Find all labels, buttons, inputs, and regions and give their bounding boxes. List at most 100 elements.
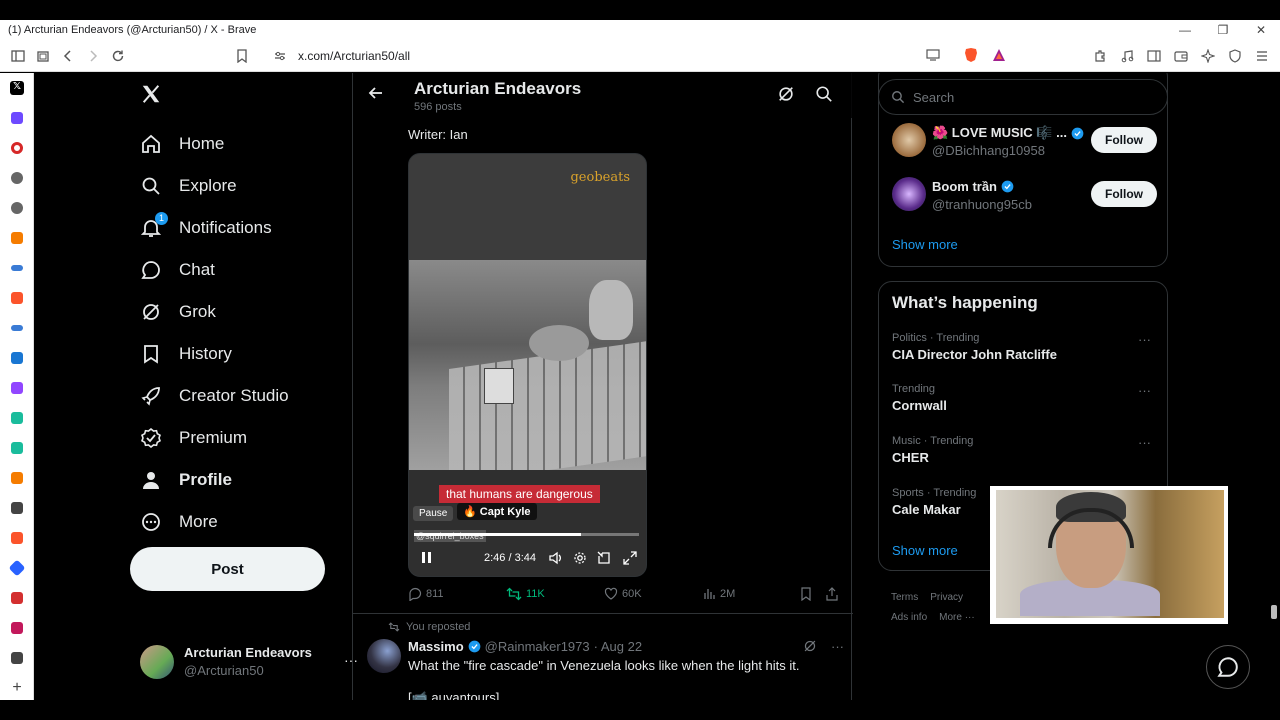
chat-floating-button[interactable]	[1206, 645, 1250, 689]
tab-teal[interactable]	[0, 403, 34, 433]
brave-shields-icon[interactable]	[964, 47, 978, 63]
search-input[interactable]: Search	[878, 79, 1168, 115]
grok-icon[interactable]	[777, 85, 795, 103]
footer-link[interactable]: More ···	[939, 612, 975, 623]
nav-more[interactable]: More	[140, 501, 289, 543]
reply-button[interactable]: 811	[408, 587, 444, 601]
address-bar[interactable]: x.com/Arcturian50/all	[264, 44, 1016, 68]
url-text[interactable]: x.com/Arcturian50/all	[298, 49, 410, 63]
back-arrow-icon[interactable]	[368, 85, 384, 101]
tab-globe[interactable]	[0, 163, 34, 193]
reload-icon[interactable]	[106, 44, 130, 68]
cast-icon[interactable]	[926, 49, 940, 61]
more-dots-icon[interactable]: ···	[1138, 435, 1151, 450]
like-button[interactable]: 60K	[604, 587, 642, 601]
tab-blue-wing[interactable]	[0, 253, 34, 283]
wallet-icon[interactable]	[1169, 44, 1193, 68]
scrollbar-thumb[interactable]	[1271, 605, 1277, 619]
music-icon[interactable]	[1115, 44, 1139, 68]
tab-orange-2[interactable]	[0, 463, 34, 493]
picture-in-picture-icon[interactable]	[597, 551, 611, 565]
bookmark-button[interactable]	[800, 587, 812, 601]
brave-rewards-icon[interactable]	[992, 48, 1006, 62]
video-progress-bar[interactable]	[414, 533, 639, 536]
tab-teal-2[interactable]	[0, 433, 34, 463]
grok-icon[interactable]	[803, 639, 817, 654]
page-scrollbar[interactable]	[1268, 73, 1280, 700]
tab-orange[interactable]	[0, 223, 34, 253]
video-player[interactable]: geobeats that humans are dangerous 🔥 Cap…	[408, 153, 647, 577]
bookmark-page-icon[interactable]	[230, 44, 254, 68]
tab-blue-square[interactable]	[0, 343, 34, 373]
nav-chat[interactable]: Chat	[140, 249, 289, 291]
follow-button[interactable]: Follow	[1091, 127, 1157, 153]
views-button[interactable]: 2M	[702, 587, 735, 601]
share-button[interactable]	[825, 587, 839, 601]
footer-link[interactable]: Terms	[891, 592, 918, 603]
tab-groups-icon[interactable]	[31, 44, 55, 68]
nav-explore[interactable]: Explore	[140, 165, 289, 207]
avatar[interactable]	[367, 639, 401, 673]
tab-globe-2[interactable]	[0, 193, 34, 223]
nav-grok[interactable]: Grok	[140, 291, 289, 333]
post-button[interactable]: Post	[130, 547, 325, 591]
trend-item[interactable]: Music · Trending CHER ···	[892, 435, 1157, 465]
volume-icon[interactable]	[549, 551, 563, 565]
author-name[interactable]: Massimo	[408, 639, 464, 654]
nav-notifications[interactable]: 1 Notifications	[140, 207, 289, 249]
side-panel-icon[interactable]	[1142, 44, 1166, 68]
profile-name: Arcturian Endeavors	[414, 79, 582, 98]
footer-link[interactable]: Privacy	[930, 592, 963, 603]
extensions-icon[interactable]	[1088, 44, 1112, 68]
window-title: (1) Arcturian Endeavors (@Arcturian50) /…	[8, 24, 257, 36]
menu-icon[interactable]	[1250, 44, 1274, 68]
more-dots-icon[interactable]: ···	[1138, 383, 1151, 398]
pause-icon[interactable]	[420, 550, 434, 566]
trend-item[interactable]: Trending Cornwall ···	[892, 383, 1157, 413]
tab-shield-2[interactable]	[0, 643, 34, 673]
vpn-icon[interactable]	[1223, 44, 1247, 68]
forward-icon[interactable]	[81, 44, 105, 68]
tab-x[interactable]: 𝕏	[0, 73, 34, 103]
nav-history[interactable]: History	[140, 333, 289, 375]
account-switcher[interactable]: Arcturian Endeavors @Arcturian50 ···	[140, 644, 358, 680]
new-tab-button[interactable]: +	[0, 673, 34, 703]
minimize-icon[interactable]: —	[1166, 20, 1204, 40]
close-icon[interactable]: ✕	[1242, 20, 1280, 40]
trend-item[interactable]: Politics · Trending CIA Director John Ra…	[892, 332, 1157, 362]
more-dots-icon[interactable]: ···	[831, 639, 844, 654]
follow-button[interactable]: Follow	[1091, 181, 1157, 207]
nav-home[interactable]: Home	[140, 123, 289, 165]
tab-brave-2[interactable]	[0, 523, 34, 553]
author-handle[interactable]: @Rainmaker1973	[485, 639, 590, 654]
tweet-date[interactable]: · Aug 22	[594, 639, 642, 654]
nav-premium[interactable]: Premium	[140, 417, 289, 459]
follow-suggestion[interactable]: Boom trần @tranhuong95cb Follow	[892, 177, 1157, 217]
sidebar-toggle-icon[interactable]	[6, 44, 30, 68]
search-icon[interactable]	[815, 85, 833, 103]
tab-blue-gem[interactable]	[0, 553, 34, 583]
more-dots-icon[interactable]: ···	[1138, 332, 1151, 347]
tab-blue-wing-2[interactable]	[0, 313, 34, 343]
repost-button[interactable]: 11K	[506, 587, 545, 601]
follow-suggestion[interactable]: 🌺 LOVE MUSIC 🎼 ... @DBichhang10958 Follo…	[892, 123, 1157, 163]
restore-icon[interactable]: ❐	[1204, 20, 1242, 40]
tab-twitch[interactable]	[0, 373, 34, 403]
tab-shield[interactable]	[0, 493, 34, 523]
tab-s[interactable]	[0, 613, 34, 643]
nav-profile[interactable]: Profile	[140, 459, 289, 501]
leo-ai-icon[interactable]	[1196, 44, 1220, 68]
settings-icon[interactable]	[573, 551, 587, 565]
fullscreen-icon[interactable]	[623, 551, 637, 565]
footer-link[interactable]: Ads info	[891, 612, 927, 623]
tab-brave[interactable]	[0, 283, 34, 313]
tab-maple[interactable]	[0, 583, 34, 613]
back-icon[interactable]	[56, 44, 80, 68]
site-settings-icon[interactable]	[274, 50, 286, 62]
show-more-link[interactable]: Show more	[892, 237, 958, 252]
tab-red-circle[interactable]	[0, 133, 34, 163]
x-logo-icon[interactable]	[140, 83, 162, 105]
tab-proton[interactable]	[0, 103, 34, 133]
show-more-link[interactable]: Show more	[892, 543, 958, 558]
nav-creator-studio[interactable]: Creator Studio	[140, 375, 289, 417]
